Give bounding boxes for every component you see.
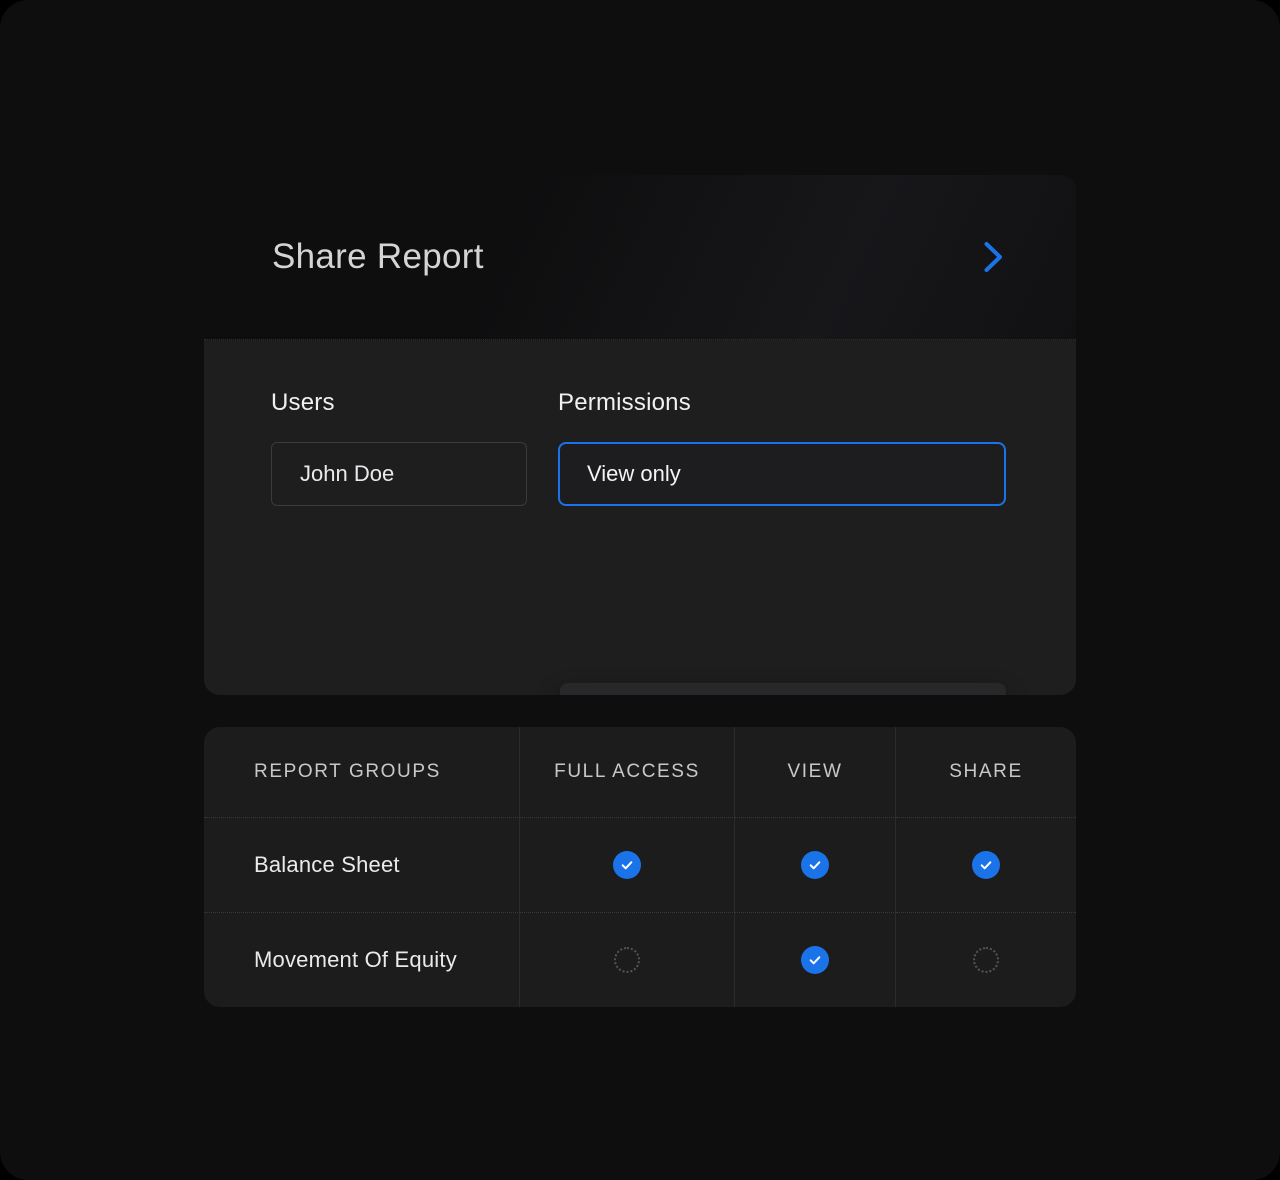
check-icon (807, 857, 823, 873)
permissions-selected-value: View only (587, 461, 681, 487)
permissions-field-group: Permissions View only (558, 389, 1006, 506)
checkbox-movement-of-equity-share[interactable] (973, 947, 999, 973)
table-header-report-groups: REPORT GROUPS (204, 727, 520, 817)
column-header-label: VIEW (788, 761, 843, 783)
table-header-share: SHARE (896, 727, 1076, 817)
row-label: Balance Sheet (254, 852, 400, 878)
table-header-view: VIEW (735, 727, 896, 817)
checkbox-movement-of-equity-full-access[interactable] (614, 947, 640, 973)
table-cell (735, 912, 896, 1007)
share-report-header: Share Report (204, 175, 1076, 340)
table-cell (520, 912, 735, 1007)
table-cell (735, 817, 896, 912)
checkbox-movement-of-equity-view[interactable] (801, 946, 829, 974)
expand-panel-button[interactable] (978, 236, 1008, 278)
dropdown-option-view-and-export[interactable]: View and Export (560, 683, 1006, 695)
permissions-select[interactable]: View only (558, 442, 1006, 506)
check-icon (978, 857, 994, 873)
page-title: Share Report (272, 237, 484, 277)
table-cell (520, 817, 735, 912)
column-header-label: FULL ACCESS (554, 761, 700, 783)
permissions-label: Permissions (558, 389, 1006, 417)
row-label: Movement Of Equity (254, 947, 457, 973)
users-field-group: Users (271, 389, 527, 506)
checkbox-balance-sheet-share[interactable] (972, 851, 1000, 879)
users-label: Users (271, 389, 527, 417)
table-header-full-access: FULL ACCESS (520, 727, 735, 817)
table-row-label-movement-of-equity: Movement Of Equity (204, 912, 520, 1007)
checkbox-balance-sheet-view[interactable] (801, 851, 829, 879)
report-groups-table: REPORT GROUPS FULL ACCESS VIEW SHARE Bal… (204, 727, 1076, 1007)
checkbox-balance-sheet-full-access[interactable] (613, 851, 641, 879)
table-row-label-balance-sheet: Balance Sheet (204, 817, 520, 912)
permissions-dropdown: View and Export View, Export and Schedul… (560, 683, 1006, 695)
app-background: Share Report Users Permissions View only (0, 0, 1280, 1180)
column-header-label: SHARE (949, 761, 1022, 783)
check-icon (807, 952, 823, 968)
check-icon (619, 857, 635, 873)
table-cell (896, 912, 1076, 1007)
share-report-body: Users Permissions View only View and Exp… (204, 340, 1076, 695)
users-input[interactable] (271, 442, 527, 506)
table-cell (896, 817, 1076, 912)
chevron-right-icon (982, 240, 1004, 274)
share-report-panel: Share Report Users Permissions View only (204, 175, 1076, 695)
column-header-label: REPORT GROUPS (254, 761, 441, 783)
